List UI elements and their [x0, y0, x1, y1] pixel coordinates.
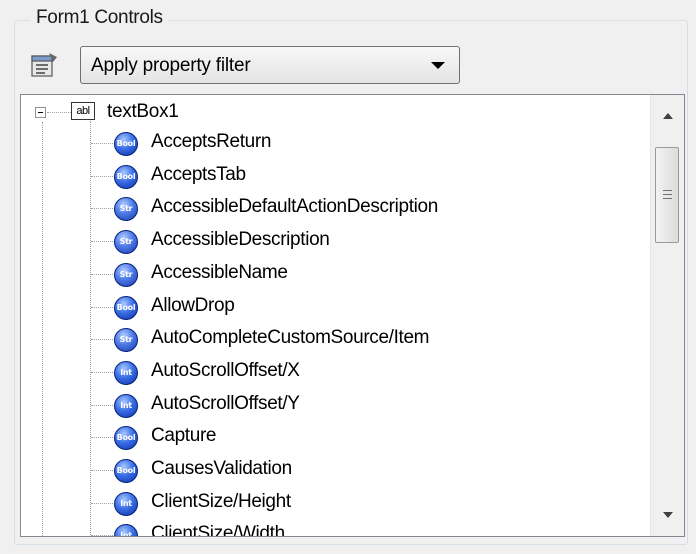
- tree-item[interactable]: Bool AcceptsReturn: [21, 127, 641, 159]
- tree-item-label: CausesValidation: [151, 458, 292, 479]
- str-type-icon: Str: [114, 197, 138, 222]
- bool-type-icon: Bool: [114, 426, 138, 451]
- tree-item[interactable]: Int ClientSize/Height: [21, 487, 641, 519]
- tree-item-label: Capture: [151, 425, 217, 447]
- tree-line: [47, 112, 71, 113]
- tree-item[interactable]: Int AutoScrollOffset/X: [21, 356, 641, 388]
- controls-tree[interactable]: abl textBox1 Bool AcceptsReturn Bool Accept…: [20, 94, 685, 537]
- bool-type-icon: Bool: [114, 132, 138, 156]
- tree-item[interactable]: Int AutoScrollOffset/Y: [21, 389, 641, 421]
- tree-item-label: AccessibleDefaultActionDescription: [151, 196, 438, 218]
- bool-type-icon: Bool: [114, 459, 138, 483]
- tree-item[interactable]: Bool AcceptsTab: [21, 160, 641, 192]
- bool-type-icon: Bool: [114, 295, 138, 320]
- tree-item-label: AccessibleName: [151, 261, 288, 283]
- tree-item[interactable]: Bool Capture: [21, 421, 641, 453]
- grip-line: [663, 190, 672, 191]
- bool-type-icon: Bool: [114, 164, 138, 189]
- tree-item[interactable]: Int ClientSize/Width: [21, 519, 641, 537]
- group-title: Form1 Controls: [30, 7, 169, 29]
- tree-item-label: AutoScrollOffset/Y: [151, 392, 300, 414]
- str-type-icon: Str: [114, 262, 138, 287]
- property-pages-icon[interactable]: [27, 48, 61, 82]
- vertical-scrollbar[interactable]: [650, 95, 684, 536]
- property-filter-dropdown[interactable]: Apply property filter: [80, 46, 460, 84]
- tree-item[interactable]: Str AutoCompleteCustomSource/Item: [21, 323, 641, 355]
- scrollbar-thumb[interactable]: [655, 147, 679, 243]
- textbox-control-icon: abl: [71, 102, 95, 120]
- tree-item-label: AcceptsReturn: [151, 131, 272, 152]
- tree-item-label: ClientSize/Width: [151, 523, 285, 537]
- grip-line: [663, 194, 672, 195]
- int-type-icon: Int: [114, 360, 138, 385]
- tree-item[interactable]: Str AccessibleDescription: [21, 225, 641, 257]
- tree-item-label: AutoCompleteCustomSource/Item: [151, 327, 430, 349]
- int-type-icon: Int: [114, 393, 138, 418]
- tree-root-label[interactable]: textBox1: [107, 101, 179, 123]
- scroll-down-arrow-icon[interactable]: [663, 512, 673, 518]
- tree-item-label: ClientSize/Height: [151, 490, 291, 512]
- property-filter-label: Apply property filter: [91, 55, 251, 76]
- tree-item-label: AutoScrollOffset/X: [151, 359, 300, 381]
- chevron-down-icon: [431, 62, 445, 69]
- tree-item-label: AllowDrop: [151, 294, 235, 316]
- collapse-toggle-icon[interactable]: [35, 107, 46, 118]
- scroll-up-arrow-icon[interactable]: [663, 113, 673, 119]
- str-type-icon: Str: [114, 328, 138, 353]
- tree-item-label: AccessibleDescription: [151, 229, 330, 251]
- tree-item[interactable]: Str AccessibleName: [21, 258, 641, 290]
- str-type-icon: Str: [114, 230, 138, 255]
- tree-item-label: AcceptsTab: [151, 163, 246, 185]
- grip-line: [663, 198, 672, 199]
- tree-item[interactable]: Str AccessibleDefaultActionDescription: [21, 192, 641, 224]
- int-type-icon: Int: [114, 524, 138, 536]
- tree-item[interactable]: Bool AllowDrop: [21, 291, 641, 323]
- tree-item[interactable]: Bool CausesValidation: [21, 454, 641, 486]
- int-type-icon: Int: [114, 491, 138, 516]
